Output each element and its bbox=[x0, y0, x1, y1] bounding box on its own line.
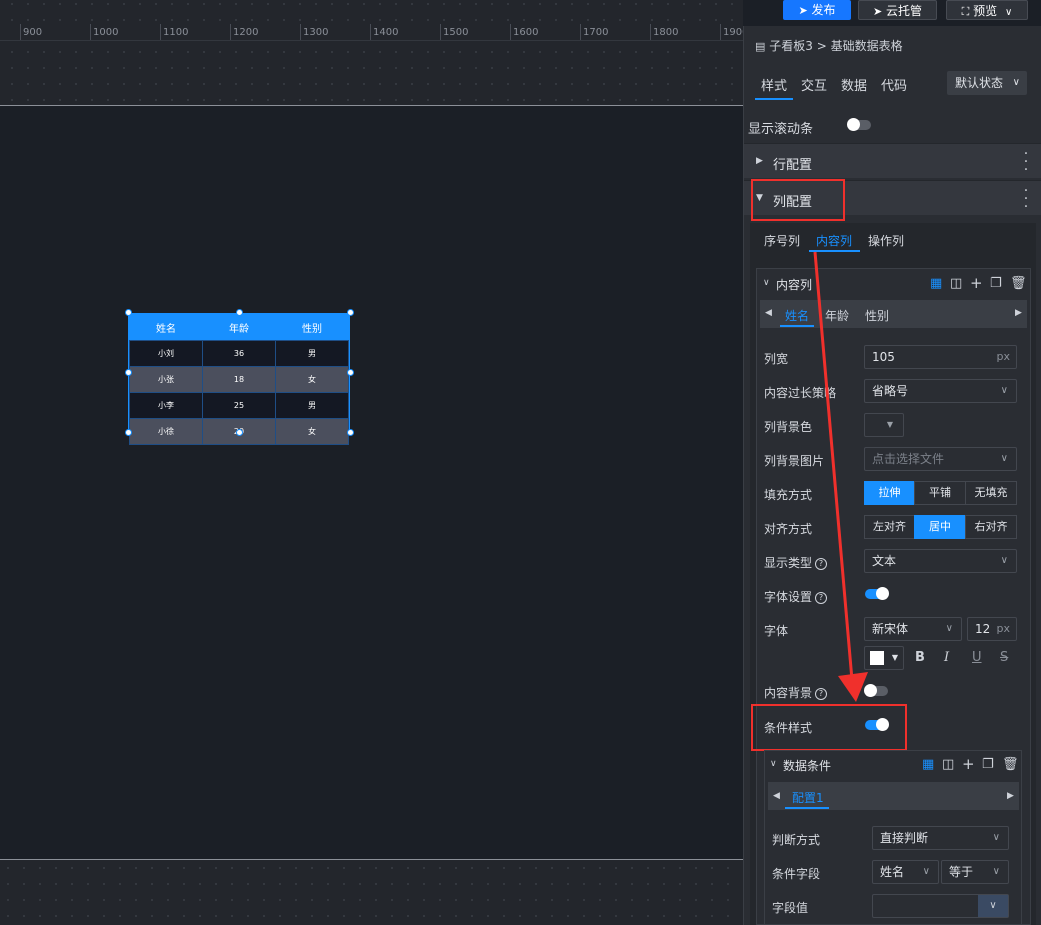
annotation-arrow bbox=[813, 251, 868, 702]
arrow-head bbox=[838, 672, 868, 702]
arrow-shaft bbox=[813, 251, 854, 681]
